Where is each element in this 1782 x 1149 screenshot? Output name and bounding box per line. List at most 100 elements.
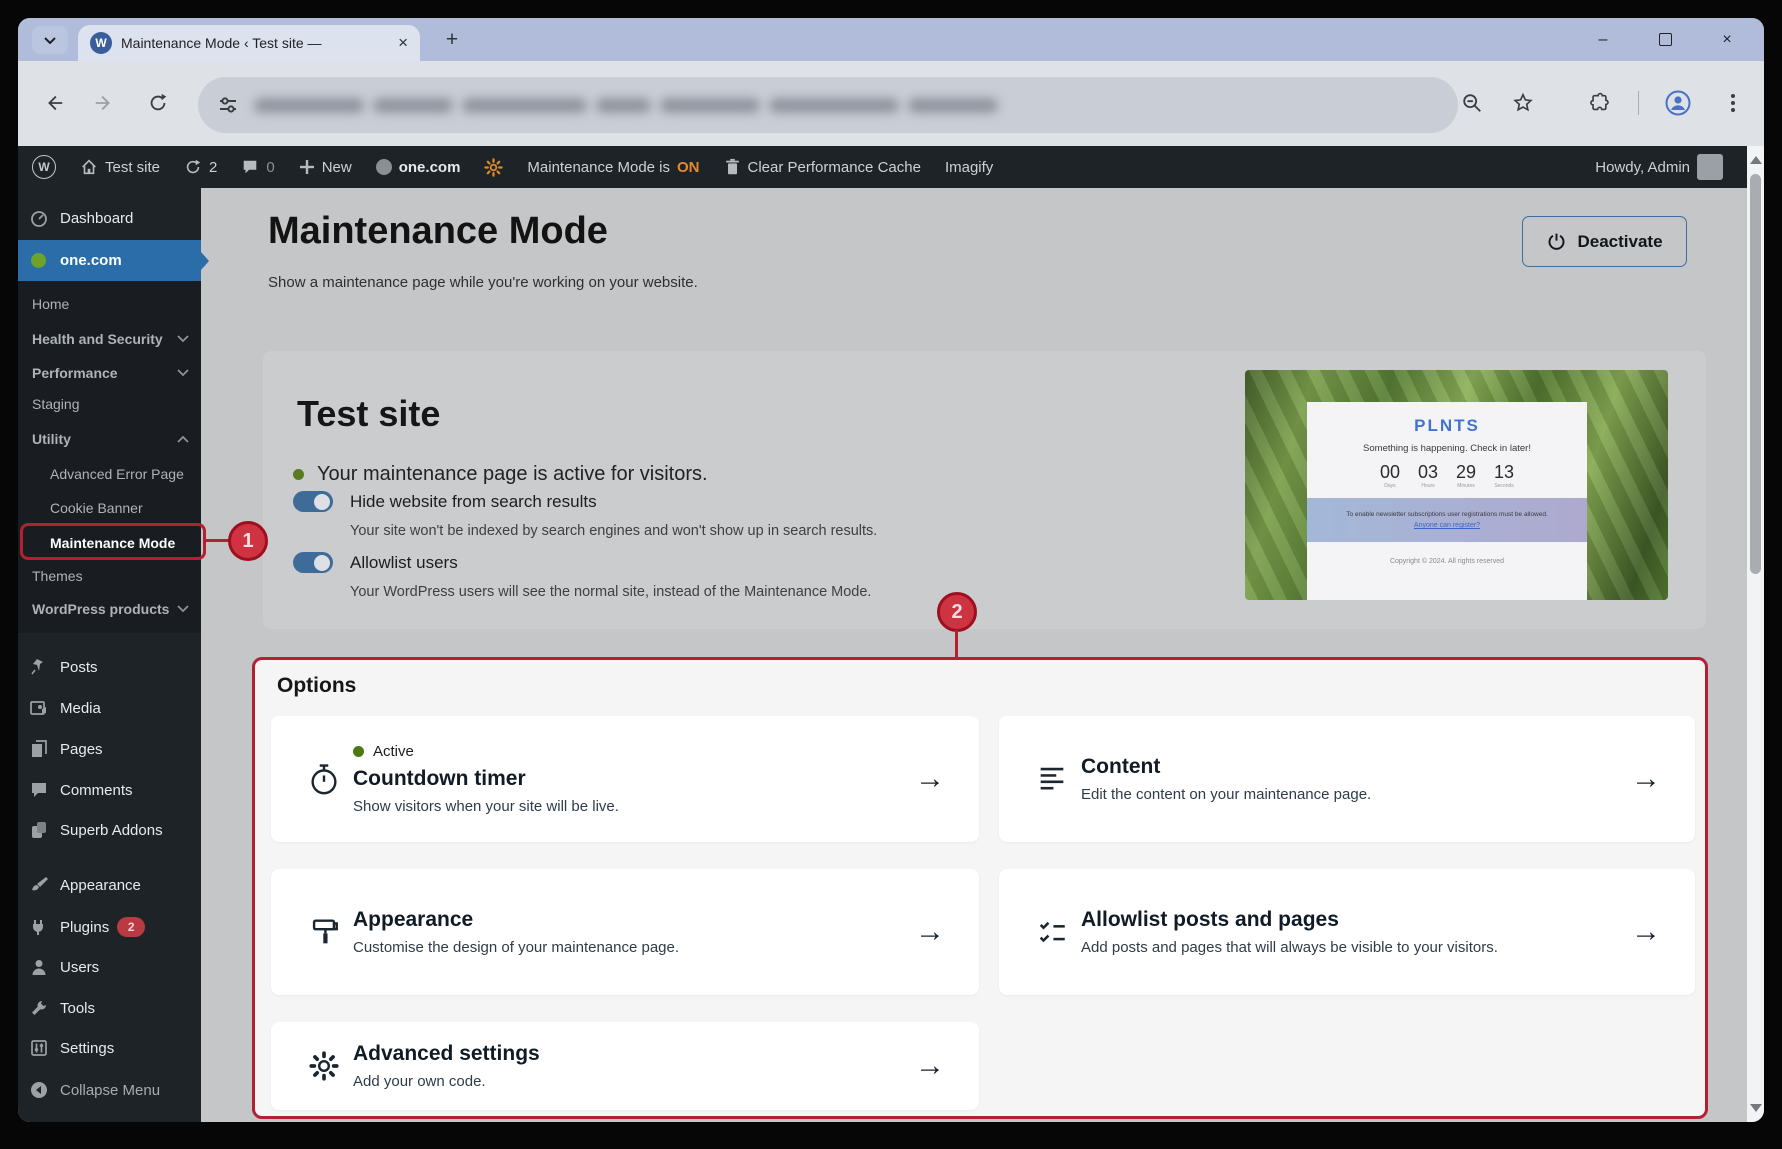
checklist-icon [1033, 915, 1071, 949]
maintenance-status-value: ON [677, 159, 700, 176]
browser-menu-button[interactable] [1715, 85, 1751, 121]
avatar [1697, 154, 1723, 180]
plus-icon [299, 159, 315, 175]
sidebar-item-posts[interactable]: Posts [18, 647, 201, 687]
sidebar-item-plugins[interactable]: Plugins 2 [18, 907, 201, 947]
maintenance-active-status: Your maintenance page is active for visi… [293, 463, 708, 486]
sidebar-item-onecom[interactable]: one.com [18, 240, 201, 281]
deactivate-button[interactable]: Deactivate [1522, 216, 1687, 267]
comment-icon [241, 158, 259, 176]
redacted-url-segment [769, 98, 899, 113]
zoom-button[interactable] [1454, 85, 1490, 121]
admin-bar-new[interactable]: New [299, 159, 352, 176]
admin-bar-clear-cache[interactable]: Clear Performance Cache [724, 158, 921, 176]
deactivate-label: Deactivate [1577, 232, 1662, 252]
admin-bar-onecom[interactable]: one.com [376, 159, 461, 176]
sidebar-item-dashboard[interactable]: Dashboard [18, 198, 201, 238]
card-description: Edit the content on your maintenance pag… [1081, 786, 1371, 803]
card-title: Allowlist posts and pages [1081, 908, 1498, 932]
appearance-card[interactable]: Appearance Customise the design of your … [271, 869, 979, 995]
sidebar-item-appearance[interactable]: Appearance [18, 865, 201, 905]
extensions-button[interactable] [1581, 85, 1617, 121]
admin-bar-updates[interactable]: 2 [184, 158, 217, 176]
sidebar-item-settings[interactable]: Settings [18, 1028, 201, 1068]
back-arrow-icon [43, 92, 65, 114]
sidebar-item-users[interactable]: Users [18, 947, 201, 987]
sidebar-item-pages[interactable]: Pages [18, 729, 201, 769]
sidebar-item-staging[interactable]: Staging [18, 388, 201, 419]
reload-button[interactable] [140, 85, 176, 121]
scrollbar-thumb[interactable] [1750, 174, 1761, 574]
content-card[interactable]: Content Edit the content on your mainten… [999, 716, 1695, 842]
admin-bar-onecom-gear[interactable] [484, 158, 503, 177]
bookmark-button[interactable] [1505, 85, 1541, 121]
advanced-settings-card[interactable]: Advanced settings Add your own code. → [271, 1022, 979, 1110]
tab-search-button[interactable] [32, 26, 68, 54]
onecom-dot-icon [376, 159, 392, 175]
sidebar-item-comments[interactable]: Comments [18, 770, 201, 810]
back-button[interactable] [36, 85, 72, 121]
sidebar-item-themes[interactable]: Themes [18, 560, 201, 591]
sidebar-item-label: Health and Security [32, 331, 163, 347]
admin-bar-imagify[interactable]: Imagify [945, 159, 993, 176]
sidebar-item-label: Advanced Error Page [50, 466, 184, 482]
brush-icon [29, 875, 49, 895]
pushpin-icon [29, 657, 49, 677]
profile-button[interactable] [1660, 85, 1696, 121]
admin-bar-account[interactable]: Howdy, Admin [1595, 154, 1723, 180]
sidebar-item-cookie-banner[interactable]: Cookie Banner [18, 492, 201, 523]
sidebar-item-label: Posts [60, 659, 98, 676]
scroll-down-arrow-icon[interactable] [1750, 1104, 1762, 1112]
sidebar-item-advanced-error-page[interactable]: Advanced Error Page [18, 458, 201, 489]
close-window-button[interactable]: × [1704, 18, 1750, 61]
sidebar-item-utility[interactable]: Utility [18, 423, 201, 454]
toolbar-separator [1638, 91, 1639, 115]
site-status-card: Test site Your maintenance page is activ… [263, 351, 1706, 629]
chevron-down-icon [177, 605, 189, 613]
scroll-up-arrow-icon[interactable] [1750, 156, 1762, 164]
allowlist-posts-pages-card[interactable]: Allowlist posts and pages Add posts and … [999, 869, 1695, 995]
preview-card: PLNTS Something is happening. Check in l… [1307, 402, 1587, 600]
admin-bar-comments[interactable]: 0 [241, 158, 274, 176]
tab-close-icon[interactable]: × [398, 33, 408, 53]
countdown-timer-card[interactable]: Active Countdown timer Show visitors whe… [271, 716, 979, 842]
admin-bar-site-name[interactable]: Test site [80, 158, 160, 176]
sidebar-item-wordpress-products[interactable]: WordPress products [18, 593, 201, 624]
sidebar-item-health-and-security[interactable]: Health and Security [18, 323, 201, 354]
hide-from-search-toggle[interactable] [293, 491, 333, 512]
kebab-menu-icon [1731, 94, 1735, 112]
sidebar-item-media[interactable]: Media [18, 688, 201, 728]
wp-logo-menu[interactable]: W [32, 155, 56, 179]
paint-roller-icon [305, 915, 343, 949]
countdown-unit: Seconds [1494, 483, 1514, 489]
maintenance-status-prefix: Maintenance Mode is [527, 159, 670, 176]
countdown-value: 00 [1380, 462, 1400, 483]
options-section: Options Active Countdown timer Show visi… [252, 657, 1708, 1119]
site-card-title: Test site [297, 393, 440, 435]
card-description: Show visitors when your site will be liv… [353, 798, 619, 815]
preview-banner-link: Anyone can register? [1414, 522, 1480, 529]
wordpress-favicon-icon: W [90, 32, 112, 54]
new-tab-button[interactable]: + [438, 26, 466, 54]
countdown-value: 03 [1418, 462, 1438, 483]
sidebar-item-superb-addons[interactable]: Superb Addons [18, 810, 201, 850]
sidebar-item-tools[interactable]: Tools [18, 988, 201, 1028]
allowlist-users-toggle[interactable] [293, 552, 333, 573]
sidebar-item-collapse-menu[interactable]: Collapse Menu [18, 1070, 201, 1110]
page-scrollbar[interactable] [1747, 146, 1764, 1122]
preview-brand: PLNTS [1307, 416, 1587, 436]
chevron-down-icon [177, 369, 189, 377]
media-icon [29, 698, 49, 718]
gear-icon [305, 1049, 343, 1083]
annotation-step-1: 1 [228, 521, 268, 561]
gear-orange-icon [484, 158, 503, 177]
sidebar-item-performance[interactable]: Performance [18, 357, 201, 388]
admin-bar-maintenance-status[interactable]: Maintenance Mode is ON [527, 159, 699, 176]
forward-button[interactable] [86, 85, 122, 121]
active-badge: Active [353, 743, 619, 760]
minimize-button[interactable]: – [1580, 18, 1626, 61]
url-bar[interactable] [198, 77, 1458, 133]
browser-tab[interactable]: W Maintenance Mode ‹ Test site — × [78, 25, 420, 61]
maximize-button[interactable] [1642, 18, 1688, 61]
sidebar-item-home[interactable]: Home [18, 288, 201, 319]
